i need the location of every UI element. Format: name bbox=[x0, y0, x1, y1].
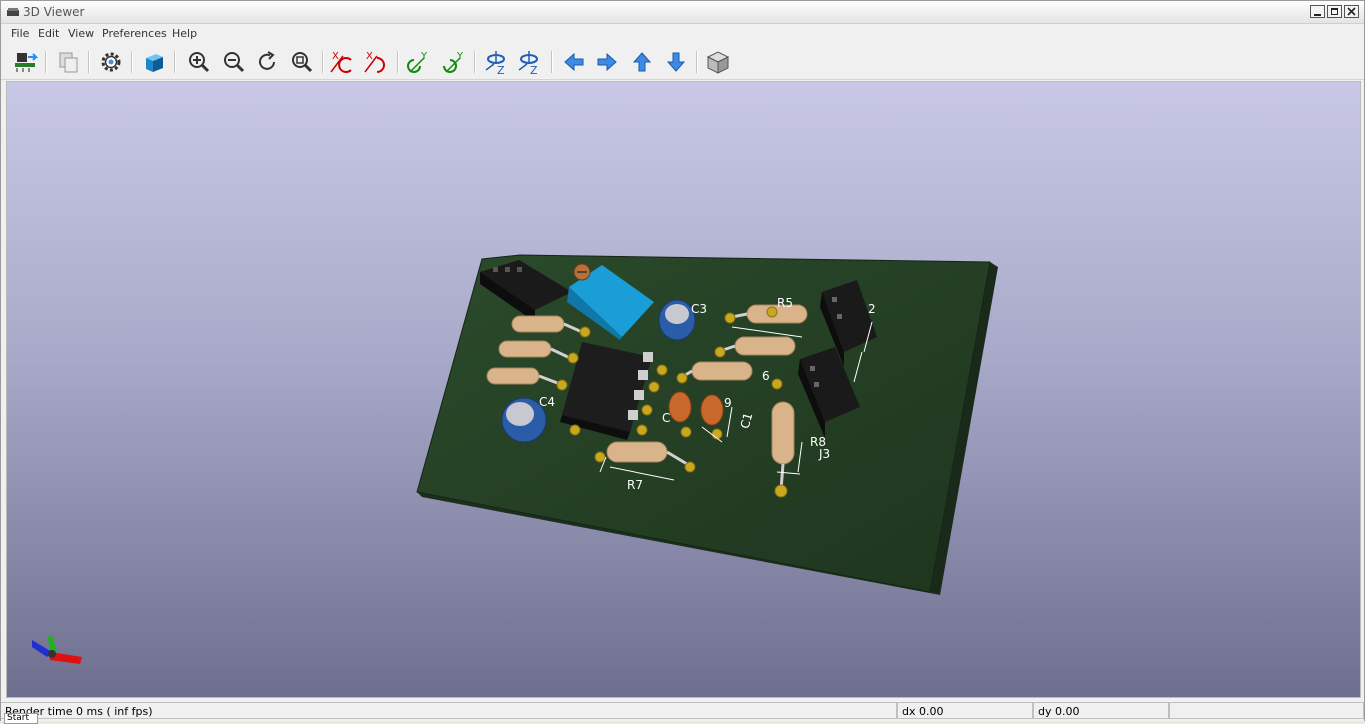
label-r7: R7 bbox=[627, 478, 643, 492]
pcb-3d-render: C3 R5 2 C4 6 9 C1 C R8 J3 R7 bbox=[32, 254, 998, 664]
dx-text: dx 0.00 bbox=[902, 705, 944, 718]
3d-viewer-window: 3D Viewer File Edit View Preferences Hel… bbox=[0, 0, 1365, 724]
move-right-icon bbox=[597, 52, 617, 72]
close-button[interactable] bbox=[1344, 5, 1359, 18]
window-title: 3D Viewer bbox=[23, 5, 85, 19]
dy-field: dy 0.00 bbox=[1033, 702, 1169, 719]
zoom-out-button[interactable] bbox=[220, 48, 248, 76]
rotate-y-ccw-button[interactable]: Y bbox=[440, 48, 468, 76]
copy-image-button[interactable] bbox=[54, 48, 82, 76]
close-icon bbox=[1347, 7, 1356, 16]
toolbar: X X Y Y Z Z bbox=[1, 45, 1364, 80]
zoom-in-button[interactable] bbox=[185, 48, 213, 76]
empty-status-field bbox=[1169, 702, 1364, 719]
rotate-z-cw-icon: Z bbox=[485, 51, 505, 76]
rotate-x-cw-icon: X bbox=[330, 51, 352, 73]
label-c3: C3 bbox=[691, 302, 707, 316]
menu-preferences[interactable]: Preferences bbox=[102, 27, 167, 40]
move-left-icon bbox=[564, 52, 584, 72]
menu-bar: File Edit View Preferences Help bbox=[1, 25, 1364, 43]
3d-canvas[interactable]: C3 R5 2 C4 6 9 C1 C R8 J3 R7 bbox=[6, 81, 1361, 698]
move-right-button[interactable] bbox=[593, 48, 621, 76]
ortho-view-button[interactable] bbox=[704, 48, 732, 76]
move-left-button[interactable] bbox=[560, 48, 588, 76]
rotate-x-ccw-button[interactable]: X bbox=[363, 48, 391, 76]
label-c: C bbox=[662, 411, 670, 425]
svg-text:X: X bbox=[332, 51, 339, 62]
reload-board-button[interactable] bbox=[11, 48, 39, 76]
menu-file[interactable]: File bbox=[11, 27, 29, 40]
label-c4: C4 bbox=[539, 395, 555, 409]
zoom-fit-button[interactable] bbox=[288, 48, 316, 76]
rotate-y-cw-icon: Y bbox=[407, 51, 428, 73]
maximize-icon bbox=[1331, 8, 1338, 15]
label-j2: 2 bbox=[868, 302, 876, 316]
move-down-button[interactable] bbox=[662, 48, 690, 76]
move-down-icon bbox=[666, 52, 686, 72]
status-bar: Render time 0 ms ( inf fps) dx 0.00 dy 0… bbox=[1, 701, 1364, 724]
menu-view[interactable]: View bbox=[68, 27, 94, 40]
zoom-out-icon bbox=[224, 52, 245, 73]
settings-gear-icon bbox=[101, 52, 121, 72]
menu-edit[interactable]: Edit bbox=[38, 27, 59, 40]
label-c9: 9 bbox=[724, 396, 732, 410]
rotate-x-cw-button[interactable]: X bbox=[329, 48, 357, 76]
rotate-y-ccw-icon: Y bbox=[443, 51, 464, 73]
reload-board-icon bbox=[15, 53, 38, 72]
raytracing-button[interactable] bbox=[140, 48, 168, 76]
rotate-x-ccw-icon: X bbox=[364, 51, 385, 73]
raytracing-cube-icon bbox=[146, 54, 163, 72]
menu-help[interactable]: Help bbox=[172, 27, 197, 40]
render-time-field: Render time 0 ms ( inf fps) bbox=[1, 702, 897, 719]
move-up-icon bbox=[632, 52, 652, 72]
maximize-button[interactable] bbox=[1327, 5, 1342, 18]
axis-triad bbox=[32, 634, 82, 664]
rotate-z-ccw-icon: Z bbox=[518, 51, 538, 76]
redraw-icon bbox=[259, 51, 275, 70]
svg-text:Z: Z bbox=[497, 64, 505, 76]
rotate-z-cw-button[interactable]: Z bbox=[482, 48, 510, 76]
title-bar: 3D Viewer bbox=[1, 1, 1364, 24]
label-r6: 6 bbox=[762, 369, 770, 383]
minimize-icon bbox=[1314, 14, 1321, 16]
zoom-fit-icon bbox=[292, 52, 313, 73]
settings-button[interactable] bbox=[97, 48, 125, 76]
copy-image-icon bbox=[59, 52, 78, 73]
svg-text:X: X bbox=[366, 51, 373, 62]
label-r5: R5 bbox=[777, 296, 793, 310]
redraw-button[interactable] bbox=[253, 48, 281, 76]
ortho-view-cube-icon bbox=[706, 51, 730, 74]
label-j3: J3 bbox=[818, 447, 830, 461]
minimize-button[interactable] bbox=[1310, 5, 1325, 18]
rotate-y-cw-button[interactable]: Y bbox=[404, 48, 432, 76]
dx-field: dx 0.00 bbox=[897, 702, 1033, 719]
app-icon bbox=[7, 8, 19, 16]
start-button[interactable]: Start bbox=[4, 713, 38, 724]
rotate-z-ccw-button[interactable]: Z bbox=[515, 48, 543, 76]
start-label: Start bbox=[7, 713, 29, 723]
move-up-button[interactable] bbox=[628, 48, 656, 76]
zoom-in-icon bbox=[189, 52, 210, 73]
svg-text:Z: Z bbox=[530, 64, 538, 76]
dy-text: dy 0.00 bbox=[1038, 705, 1080, 718]
